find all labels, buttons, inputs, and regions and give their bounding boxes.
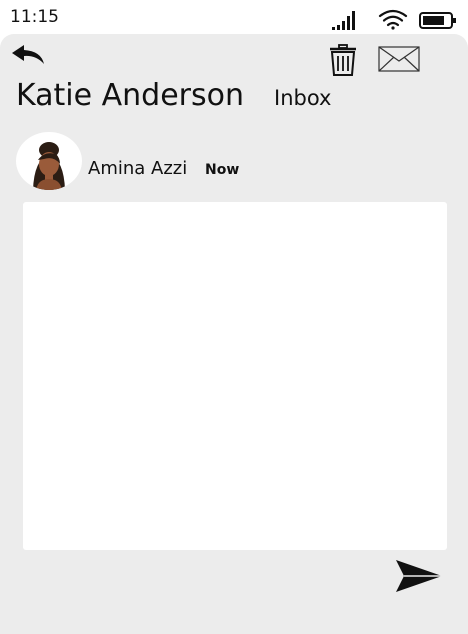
sender-name: Amina Azzi [88,158,188,179]
message-time: Now [205,162,240,178]
status-time: 11:15 [10,7,59,27]
avatar-icon [33,142,65,190]
avatar[interactable] [16,132,82,190]
status-bar: 11:15 [0,0,468,34]
envelope-icon[interactable] [378,46,420,72]
status-icons [332,9,456,30]
contact-name: Katie Anderson [16,78,244,113]
signal-icon [332,11,355,30]
trash-icon[interactable] [328,44,358,76]
battery-icon [419,12,456,29]
reply-arrow-icon[interactable] [10,42,46,68]
folder-name[interactable]: Inbox [274,86,331,110]
wifi-icon [378,9,408,30]
send-icon[interactable] [394,558,444,594]
message-card: Katie Anderson Inbox Amina Azzi Now [0,34,468,634]
message-body-input[interactable] [23,202,447,550]
